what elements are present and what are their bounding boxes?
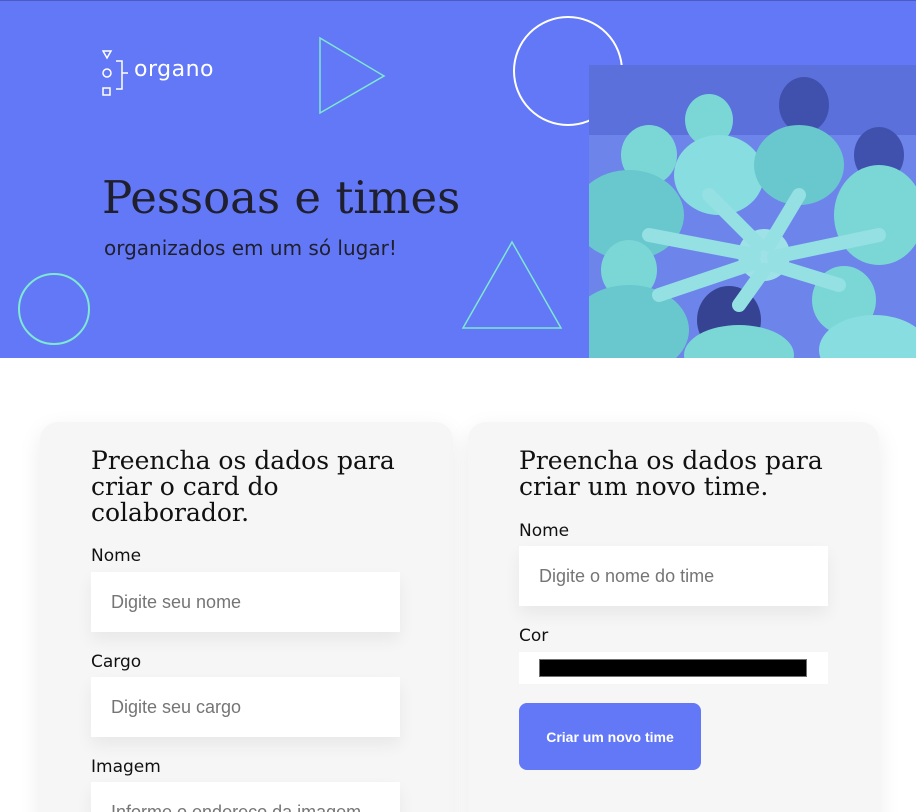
- collaborator-form-card: Preencha os dados para criar o card do c…: [40, 422, 453, 812]
- collaborator-form-heading: Preencha os dados para criar o card do c…: [91, 446, 395, 527]
- hero-photo: [589, 65, 916, 358]
- team-form-card: Preencha os dados para criar um novo tim…: [468, 422, 879, 812]
- role-label: Cargo: [91, 652, 142, 672]
- role-input[interactable]: [91, 677, 400, 737]
- hero-subtitle: organizados em um só lugar!: [104, 236, 397, 260]
- logo-text: organo: [134, 57, 214, 82]
- logo-mark-icon: [102, 50, 128, 96]
- color-label: Cor: [519, 626, 549, 646]
- image-label: Imagem: [91, 757, 161, 777]
- logo[interactable]: organo: [102, 49, 232, 99]
- name-label: Nome: [91, 546, 142, 566]
- team-name-input[interactable]: [519, 546, 828, 606]
- image-url-input[interactable]: [91, 782, 400, 812]
- triangle-right-decoration-icon: [319, 36, 386, 115]
- circle-small-decoration-icon: [18, 273, 90, 345]
- name-input[interactable]: [91, 572, 400, 632]
- color-swatch[interactable]: [539, 659, 807, 677]
- create-team-button[interactable]: Criar um novo time: [519, 703, 701, 770]
- team-form-heading: Preencha os dados para criar um novo tim…: [519, 446, 823, 501]
- color-picker[interactable]: [519, 652, 828, 684]
- team-name-label: Nome: [519, 521, 570, 541]
- team-photo-image: [589, 65, 916, 358]
- hero-banner: organo Pessoas e times organizados em um…: [0, 0, 916, 358]
- triangle-up-decoration-icon: [461, 240, 563, 329]
- hero-title: Pessoas e times: [102, 171, 461, 224]
